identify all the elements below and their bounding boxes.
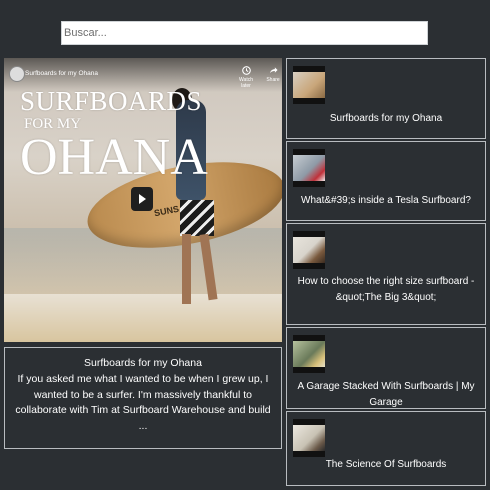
- playlist-item[interactable]: A Garage Stacked With Surfboards | My Ga…: [286, 327, 486, 409]
- video-thumbnail: [293, 419, 325, 457]
- clock-icon: [241, 66, 251, 75]
- thumbnail-image: [293, 237, 325, 263]
- share-label: Share: [266, 77, 280, 83]
- thumbnail-image: [293, 72, 325, 98]
- share-button[interactable]: Share: [261, 66, 282, 83]
- video-description-text: If you asked me what I wanted to be when…: [15, 372, 271, 432]
- playlist-item[interactable]: How to choose the right size surfboard -…: [286, 223, 486, 325]
- playlist-item-title: What&#39;s inside a Tesla Surfboard?: [301, 195, 471, 206]
- video-description-panel: Surfboards for my Ohana If you asked me …: [4, 347, 282, 449]
- video-scene-sand: [4, 294, 282, 342]
- watch-later-label: Watch later: [239, 77, 253, 89]
- video-scene-surfer-leg: [182, 234, 191, 304]
- video-player[interactable]: SUNS Surfboards for my Ohana Watch later…: [4, 58, 282, 342]
- play-button[interactable]: [131, 187, 153, 211]
- playlist-item-title: The Science Of Surfboards: [325, 459, 447, 470]
- overlay-title-line: SURFBOARDS: [20, 86, 203, 116]
- video-overlay-title: SURFBOARDS FOR MY OHANA: [20, 88, 208, 184]
- playlist-item-title: A Garage Stacked With Surfboards | My Ga…: [297, 381, 475, 408]
- thumbnail-image: [293, 341, 325, 367]
- playlist-item[interactable]: The Science Of Surfboards: [286, 411, 486, 486]
- playlist-item-title: How to choose the right size surfboard -…: [297, 276, 475, 303]
- video-scene-surfer-shorts: [180, 200, 214, 236]
- thumbnail-image: [293, 155, 325, 181]
- video-description-title: Surfboards for my Ohana: [84, 357, 202, 369]
- channel-avatar[interactable]: [9, 66, 25, 82]
- playlist-item[interactable]: What&#39;s inside a Tesla Surfboard?: [286, 141, 486, 221]
- watch-later-button[interactable]: Watch later: [234, 66, 258, 89]
- share-icon: [269, 67, 278, 74]
- search-input[interactable]: [61, 21, 428, 45]
- video-thumbnail: [293, 335, 325, 373]
- overlay-title-line: OHANA: [20, 129, 208, 186]
- playlist: Surfboards for my Ohana What&#39;s insid…: [286, 58, 486, 488]
- playlist-item[interactable]: Surfboards for my Ohana: [286, 58, 486, 139]
- video-thumbnail: [293, 149, 325, 187]
- playlist-item-title: Surfboards for my Ohana: [329, 113, 443, 124]
- thumbnail-image: [293, 425, 325, 451]
- video-thumbnail: [293, 231, 325, 269]
- video-thumbnail: [293, 66, 325, 104]
- player-video-title[interactable]: Surfboards for my Ohana: [25, 70, 98, 77]
